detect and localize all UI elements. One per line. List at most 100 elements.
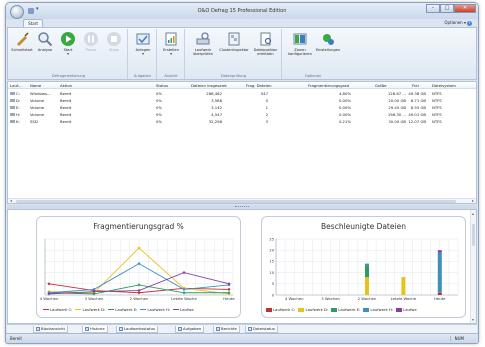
legend-item: Laufwerk E: bbox=[331, 307, 360, 312]
dateiposition-ermitteln-button[interactable]: Dateiposition ermitteln bbox=[251, 31, 280, 56]
anlegen-button[interactable]: Anlegen ▾ bbox=[132, 31, 154, 56]
zonen-konfigurieren-button[interactable]: Zonen konfigurieren bbox=[287, 31, 313, 56]
berichte-icon bbox=[216, 326, 220, 331]
cell-name: Windows... bbox=[30, 91, 51, 96]
status-num: NUM bbox=[449, 336, 464, 341]
scroll-thumb[interactable] bbox=[16, 200, 456, 203]
zones-icon bbox=[293, 33, 307, 45]
y-tick-label: 15 bbox=[269, 260, 274, 264]
window-controls: – □ ✕ bbox=[426, 4, 476, 13]
scroll-down-icon[interactable]: ▾ bbox=[472, 317, 474, 322]
charts-scrollbar[interactable]: ▴ ▾ bbox=[470, 210, 476, 323]
x-tick-label: 3 Wochen bbox=[321, 296, 340, 301]
cluster-inspector-icon bbox=[228, 32, 240, 46]
data-point bbox=[47, 282, 51, 286]
scroll-right-icon[interactable]: ▸ bbox=[472, 199, 474, 203]
x-tick-label: Heute bbox=[434, 296, 446, 301]
col-header-laufwerk[interactable]: Lauf... bbox=[10, 82, 22, 89]
tab-label-historie: Historie bbox=[90, 326, 105, 331]
cell-dateisystem: NTFS bbox=[432, 105, 442, 110]
analyse-button[interactable]: Analyse bbox=[34, 31, 56, 52]
col-header-dateisystem[interactable]: Dateisystem bbox=[432, 82, 456, 89]
legend-item: Laufwe bbox=[396, 307, 417, 312]
aufgaben-icon bbox=[178, 326, 182, 331]
table-row[interactable]: K: SSD Bereit 0% 32,298 3 0.21% 30.00 GB 12.07 G… bbox=[8, 118, 476, 125]
stop-icon bbox=[107, 32, 121, 46]
start-dropdown-icon[interactable]: ▾ bbox=[67, 52, 69, 56]
cell-name: Volume bbox=[30, 105, 45, 110]
task-icon bbox=[136, 33, 150, 45]
line-chart-fragmentierungsgrad: 4 Wochen 3 Wochen 2 Wochen Letzte Woche Heut… bbox=[40, 238, 235, 301]
ribbon-group-aufgaben: Anlegen ▾ Aufgaben bbox=[129, 29, 157, 79]
cell-laufwerk: H: bbox=[10, 111, 20, 118]
col-header-frei[interactable]: Frei bbox=[412, 82, 419, 89]
pause-button: Pause bbox=[80, 31, 102, 52]
schnellstart-button[interactable]: Schnellstart bbox=[11, 31, 33, 52]
maximize-button[interactable]: □ bbox=[440, 4, 454, 13]
start-button[interactable]: Start ▾ bbox=[57, 31, 79, 56]
drive-list-scrollbar[interactable]: ◂ ▸ bbox=[8, 198, 476, 203]
charts-scroll-thumb[interactable] bbox=[472, 224, 475, 246]
dateiposition-ermitteln-label: Dateiposition ermitteln bbox=[253, 48, 278, 56]
erstellen-dropdown-icon[interactable]: ▾ bbox=[170, 52, 172, 56]
cell-frag-dateien: 1 bbox=[265, 105, 268, 110]
cell-fragmentierungsgrad: 0.00% bbox=[338, 112, 351, 117]
cell-dateien-insgesamt: 3,142 bbox=[211, 105, 222, 110]
col-header-frag-dateien[interactable]: Frag. Dateien bbox=[246, 82, 272, 89]
cell-groesse: 29.45 GB bbox=[388, 105, 406, 110]
scroll-up-icon[interactable]: ▴ bbox=[472, 211, 474, 216]
cell-frei: 49.01 GB bbox=[408, 112, 426, 117]
minimize-button[interactable]: – bbox=[426, 4, 440, 13]
splitter-grip[interactable] bbox=[235, 206, 249, 208]
col-header-dateien-insgesamt[interactable]: Dateien insgesamt bbox=[191, 82, 227, 89]
tab-berichte[interactable]: Berichte bbox=[213, 326, 240, 333]
scroll-left-icon[interactable]: ◂ bbox=[10, 199, 12, 203]
cell-dateien-insgesamt: 32,298 bbox=[208, 119, 222, 124]
einstellungen-button[interactable]: Einstellungen bbox=[315, 31, 341, 52]
tab-label-dateistatus: Dateistatus bbox=[253, 326, 275, 331]
clusterinspektor-button[interactable]: Clusterinspektor bbox=[219, 31, 249, 52]
view-tabs: Blockansicht Historie Laufwerksstatus Au… bbox=[7, 324, 477, 333]
group-label-aufgaben: Aufgaben bbox=[133, 74, 152, 78]
col-header-name[interactable]: Name bbox=[30, 82, 41, 89]
col-header-aktion[interactable]: Aktion bbox=[60, 82, 72, 89]
col-header-status[interactable]: Status bbox=[156, 82, 168, 89]
anlegen-dropdown-icon[interactable]: ▾ bbox=[142, 52, 144, 56]
tab-historie[interactable]: Historie bbox=[82, 326, 108, 333]
col-header-fragmentierungsgrad[interactable]: Fragmentierungsgrad bbox=[308, 82, 349, 89]
close-button[interactable]: ✕ bbox=[454, 4, 476, 13]
cell-laufwerk: C: bbox=[10, 90, 20, 97]
options-label: Optionen ▾ bbox=[444, 20, 466, 25]
tab-start[interactable]: Start bbox=[23, 19, 43, 27]
bar-segment bbox=[437, 252, 442, 293]
y-tick-label: 5 bbox=[272, 282, 274, 286]
drive-icon bbox=[10, 92, 15, 95]
cell-frei: 12.07 GB bbox=[408, 119, 426, 124]
pause-icon bbox=[84, 32, 98, 46]
legend-item: Laufwe bbox=[173, 307, 194, 312]
col-header-groesse[interactable]: Größe bbox=[375, 82, 386, 89]
legend-item: Laufwerk D: bbox=[75, 307, 105, 312]
table-row[interactable]: H: Volume Bereit 0% 4,547 2 0.00% 196.30 ... 49.… bbox=[8, 111, 476, 118]
cell-dateisystem: NTFS bbox=[432, 91, 442, 96]
tab-aufgaben[interactable]: Aufgaben bbox=[175, 326, 205, 333]
cell-frei: 49.38 GB bbox=[408, 91, 426, 96]
tab-laufwerksstatus[interactable]: Laufwerksstatus bbox=[116, 326, 158, 333]
help-icon[interactable]: ? bbox=[467, 21, 472, 26]
bar-chart-beschleunigte-dateien: 0 5 10 15 20 25 4 Wochen 3 Wochen 2 Wochen Letzte… bbox=[269, 237, 459, 301]
tab-dateistatus[interactable]: Dateistatus bbox=[245, 326, 278, 333]
options-menu[interactable]: Optionen ▾? bbox=[444, 20, 472, 26]
cell-status: 0% bbox=[156, 105, 163, 110]
tab-blockansicht[interactable]: Blockansicht bbox=[33, 326, 68, 333]
erstellen-button[interactable]: Erstellen ▾ bbox=[160, 31, 182, 56]
legend-swatch bbox=[75, 308, 82, 310]
table-row[interactable]: C: Windows... Bereit 0% 288,482 547 4.80% 128.8… bbox=[8, 90, 476, 97]
cell-frag-dateien: 3 bbox=[265, 119, 268, 124]
pause-label: Pause bbox=[85, 48, 97, 52]
tab-label-laufwerksstatus: Laufwerksstatus bbox=[124, 326, 155, 331]
cell-dateien-insgesamt: 4,547 bbox=[211, 112, 222, 117]
table-row[interactable]: E: Volume Bereit 0% 3,142 1 0.00% 29.45 GB 8.55 … bbox=[8, 104, 476, 111]
laufwerk-ueberpruefen-button[interactable]: Laufwerk überprüfen bbox=[190, 31, 216, 56]
table-row[interactable]: D: Volume Bereit 0% 3,588 0 0.00% 20.00 GB 8.71 … bbox=[8, 97, 476, 104]
cell-name: Volume bbox=[30, 98, 45, 103]
